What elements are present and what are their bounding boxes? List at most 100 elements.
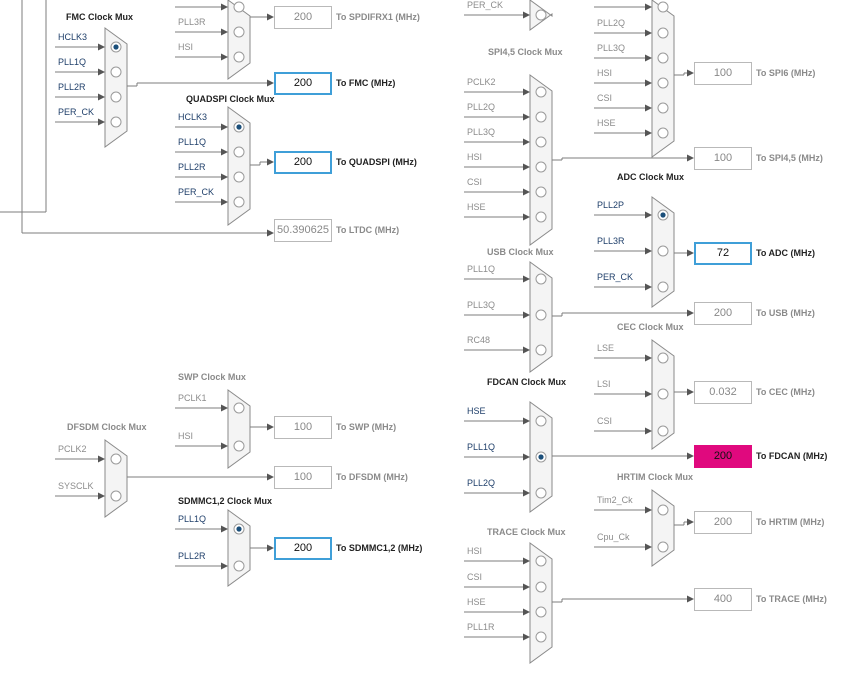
spdifrx1-clock-mux-radio-hsi[interactable] — [233, 51, 245, 63]
spi45-clock-mux-input-0-arrowhead — [523, 88, 530, 96]
spi45-clock-mux-radio-pll2q[interactable] — [535, 111, 547, 123]
spi6-clock-mux-radio-pll2q[interactable] — [657, 27, 669, 39]
fdcan-clock-mux-title: FDCAN Clock Mux — [487, 377, 567, 387]
spdifrx1-clock-mux-radio-pll3r[interactable] — [233, 26, 245, 38]
spi45-clock-mux-input-label: HSI — [467, 152, 483, 162]
quadspi-clock-mux-radio-perck[interactable] — [233, 196, 245, 208]
swp-clock-mux-radio-pclk1[interactable] — [233, 402, 245, 414]
spi6-clock-mux-input-label: PLL3Q — [597, 43, 626, 53]
spi45-clock-mux-radio-hsi[interactable] — [535, 161, 547, 173]
dfsdm-clock-mux-radio-pclk2[interactable] — [110, 453, 122, 465]
swp-output-field[interactable]: 100 — [274, 416, 332, 439]
trace-clock-mux-radio-hsi[interactable] — [535, 555, 547, 567]
spi6-output-field[interactable]: 100 — [694, 62, 752, 85]
spdifrx1-clock-mux-input-1-arrowhead — [221, 53, 228, 61]
cec-clock-mux-radio-csi[interactable] — [657, 425, 669, 437]
sdmmc12-clock-mux-input-label: PLL1Q — [178, 514, 207, 524]
usb-output-field[interactable]: 200 — [694, 302, 752, 325]
adc-output-field[interactable]: 72 — [694, 242, 752, 265]
spi45-clock-mux-input-label: CSI — [467, 177, 483, 187]
spi45-clock-mux-radio-pll3q[interactable] — [535, 136, 547, 148]
spi45-clock-mux-radio-pclk2[interactable] — [535, 86, 547, 98]
adc-clock-mux-radio-perck[interactable] — [657, 281, 669, 293]
sai23-clock-mux-radio-perck[interactable] — [535, 9, 547, 21]
cec-output-field[interactable]: 0.032 — [694, 381, 752, 404]
trace-clock-mux-input-0-arrowhead — [523, 557, 530, 565]
fmc-clock-mux-input-label: PLL1Q — [58, 57, 87, 67]
spi6-clock-mux-radio-pll3q[interactable] — [657, 52, 669, 64]
fdcan-clock-mux-radio-pll2q[interactable] — [535, 487, 547, 499]
fmc-clock-mux-input-label: PER_CK — [58, 107, 95, 117]
sdmmc12-clock-mux-input-0-arrowhead — [221, 525, 228, 533]
ltdc-feed-arrowhead — [267, 229, 274, 237]
swp-clock-mux-input-label: PCLK1 — [178, 393, 207, 403]
trace-clock-mux-radio-hse[interactable] — [535, 606, 547, 618]
trace-clock-mux-radio-pll1r[interactable] — [535, 631, 547, 643]
fmc-clock-mux-radio-pll1q[interactable] — [110, 66, 122, 78]
fmc-clock-mux-radio-perck[interactable] — [110, 116, 122, 128]
spi45-output-label: To SPI4,5 (MHz) — [756, 153, 823, 163]
usb-clock-mux-input-label: PLL1Q — [467, 264, 496, 274]
quadspi-clock-mux-radio-pll1q[interactable] — [233, 146, 245, 158]
swp-clock-mux-radio-hsi[interactable] — [233, 440, 245, 452]
dfsdm-clock-mux-radio-sysclk[interactable] — [110, 490, 122, 502]
sdmmc12-clock-mux-radio-pll2r[interactable] — [233, 560, 245, 572]
hrtim-output-field[interactable]: 200 — [694, 511, 752, 534]
dfsdm-clock-mux-out-arrowhead — [267, 473, 274, 481]
fdcan-clock-mux-input-label: HSE — [467, 406, 486, 416]
sdmmc12-output-field[interactable]: 200 — [274, 537, 332, 560]
trace-clock-mux-radio-csi[interactable] — [535, 581, 547, 593]
quadspi-output-field[interactable]: 200 — [274, 151, 332, 174]
usb-clock-mux-radio-pll3q[interactable] — [535, 309, 547, 321]
fdcan-clock-mux-out-arrowhead — [687, 452, 694, 460]
fmc-clock-mux-selected-dot — [113, 44, 119, 50]
adc-clock-mux-radio-pll3r[interactable] — [657, 245, 669, 257]
spi45-output-field[interactable]: 100 — [694, 147, 752, 170]
swp-clock-mux-input-1-arrowhead — [221, 442, 228, 450]
fdcan-output-field[interactable]: 200 — [694, 445, 752, 468]
spi6-clock-mux-input-label: HSI — [597, 68, 613, 78]
spi45-clock-mux-input-label: PLL3Q — [467, 127, 496, 137]
usb-clock-mux-radio-rc48[interactable] — [535, 344, 547, 356]
spi6-clock-mux-radio-hse[interactable] — [657, 127, 669, 139]
swp-clock-mux-input-0-arrowhead — [221, 404, 228, 412]
spi6-clock-mux-radio-hsi[interactable] — [657, 77, 669, 89]
sdmmc12-clock-mux-title: SDMMC1,2 Clock Mux — [178, 496, 273, 506]
trace-clock-mux-out-arrowhead — [687, 595, 694, 603]
spdifrx1-clock-mux-stub-radio[interactable] — [233, 1, 245, 13]
spi6-clock-mux-radio-csi[interactable] — [657, 102, 669, 114]
fdcan-clock-mux-radio-hse[interactable] — [535, 415, 547, 427]
quadspi-clock-mux-radio-pll2r[interactable] — [233, 171, 245, 183]
spdifrx1-clock-mux-stub-0-arrowhead — [221, 3, 228, 11]
usb-clock-mux-radio-pll1q[interactable] — [535, 273, 547, 285]
usb-clock-mux-title: USB Clock Mux — [487, 247, 554, 257]
hrtim-clock-mux-radio-tim2ck[interactable] — [657, 504, 669, 516]
trace-output-field[interactable]: 400 — [694, 588, 752, 611]
spi6-clock-mux-input-4-arrowhead — [645, 129, 652, 137]
clock-wiring-diagram — [0, 0, 694, 664]
dfsdm-clock-mux-input-label: PCLK2 — [58, 444, 87, 454]
dfsdm-output-field[interactable]: 100 — [274, 466, 332, 489]
spi45-clock-mux-radio-hse[interactable] — [535, 211, 547, 223]
ltdc-output-field[interactable]: 50.390625 — [274, 219, 332, 242]
spi45-clock-mux-input-label: PCLK2 — [467, 77, 496, 87]
quadspi-clock-mux-title: QUADSPI Clock Mux — [186, 94, 275, 104]
adc-clock-mux-input-label: PLL3R — [597, 236, 625, 246]
cec-clock-mux-radio-lse[interactable] — [657, 352, 669, 364]
cec-clock-mux-radio-lsi[interactable] — [657, 388, 669, 400]
trace-clock-mux-input-3-arrowhead — [523, 633, 530, 641]
quadspi-clock-mux-input-label: PLL2R — [178, 162, 206, 172]
fmc-output-field[interactable]: 200 — [274, 72, 332, 95]
hrtim-clock-mux-radio-cpuck[interactable] — [657, 541, 669, 553]
fdcan-clock-mux-input-0-arrowhead — [523, 417, 530, 425]
spi6-clock-mux-input-label: HSE — [597, 118, 616, 128]
spi45-clock-mux-radio-csi[interactable] — [535, 186, 547, 198]
cec-output-label: To CEC (MHz) — [756, 387, 815, 397]
swp-clock-mux-title: SWP Clock Mux — [178, 372, 246, 382]
spi6-clock-mux-stub-radio[interactable] — [657, 1, 669, 13]
fmc-clock-mux-radio-pll2r[interactable] — [110, 91, 122, 103]
quadspi-clock-mux-input-label: PLL1Q — [178, 137, 207, 147]
spdifrx1-output-field[interactable]: 200 — [274, 6, 332, 29]
adc-clock-mux-input-0-arrowhead — [645, 211, 652, 219]
cec-clock-mux-input-0-arrowhead — [645, 354, 652, 362]
